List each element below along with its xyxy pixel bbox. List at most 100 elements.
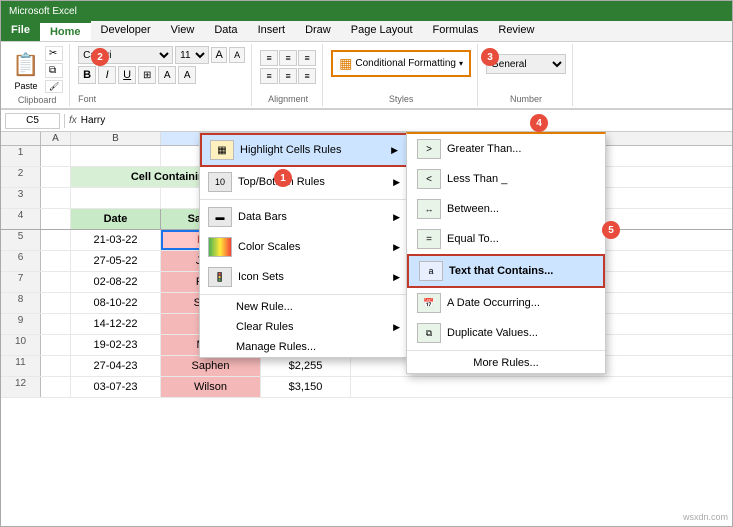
cell-a6[interactable] bbox=[41, 251, 71, 271]
cell-b5[interactable]: 21-03-22 bbox=[71, 230, 161, 250]
cell-b12[interactable]: 03-07-23 bbox=[71, 377, 161, 397]
hcr-item-textcontains[interactable]: a Text that Contains... bbox=[407, 254, 605, 288]
tab-developer[interactable]: Developer bbox=[91, 21, 161, 41]
decrease-font-button[interactable]: A bbox=[229, 47, 245, 63]
tab-formulas[interactable]: Formulas bbox=[423, 21, 489, 41]
tab-file[interactable]: File bbox=[1, 21, 40, 41]
cell-b1[interactable] bbox=[71, 146, 161, 166]
cf-menu-item-clearrules[interactable]: Clear Rules ▶ bbox=[200, 317, 408, 337]
cf-clearrules-arrow: ▶ bbox=[393, 322, 400, 333]
cell-b4-header[interactable]: Date bbox=[71, 209, 161, 229]
cell-a8[interactable] bbox=[41, 293, 71, 313]
tab-page-layout[interactable]: Page Layout bbox=[341, 21, 423, 41]
hcr-dateoccurring-label: A Date Occurring... bbox=[447, 297, 540, 309]
formula-divider bbox=[64, 114, 65, 128]
cf-menu-item-databars[interactable]: ▬ Data Bars ▶ bbox=[200, 202, 408, 232]
cell-a7[interactable] bbox=[41, 272, 71, 292]
step-badge-1: 1 bbox=[274, 169, 292, 187]
cf-topbottom-label: Top/Bottom Rules bbox=[238, 176, 387, 188]
align-top-button[interactable]: ≡ bbox=[260, 50, 278, 66]
cell-a11[interactable] bbox=[41, 356, 71, 376]
font-size-select[interactable]: 11 bbox=[175, 46, 209, 64]
tab-review[interactable]: Review bbox=[488, 21, 544, 41]
cell-d11[interactable]: $2,255 bbox=[261, 356, 351, 376]
cf-menu-item-iconsets[interactable]: 🚦 Icon Sets ▶ bbox=[200, 262, 408, 292]
increase-font-button[interactable]: A bbox=[211, 47, 227, 63]
cf-iconsets-label: Icon Sets bbox=[238, 271, 387, 283]
cf-divider2 bbox=[200, 294, 408, 295]
fill-color-button[interactable]: A bbox=[158, 66, 176, 84]
number-label: Number bbox=[510, 94, 542, 104]
row-num-1: 1 bbox=[1, 146, 41, 166]
hcr-item-duplicatevalues[interactable]: ⧉ Duplicate Values... bbox=[407, 318, 605, 348]
bold-button[interactable]: B bbox=[78, 66, 96, 84]
cell-reference-input[interactable] bbox=[5, 113, 60, 129]
copy-button[interactable]: ⧉ bbox=[45, 63, 63, 78]
cf-topbottom-icon: 10 bbox=[208, 172, 232, 192]
underline-button[interactable]: U bbox=[118, 66, 136, 84]
hcr-item-between[interactable]: ↔ Between... bbox=[407, 194, 605, 224]
font-color-button[interactable]: A bbox=[178, 66, 196, 84]
cf-highlight-arrow: ▶ bbox=[391, 145, 398, 156]
tab-home[interactable]: Home bbox=[40, 21, 91, 41]
hcr-item-dateoccurring[interactable]: 📅 A Date Occurring... bbox=[407, 288, 605, 318]
hcr-textcontains-icon: a bbox=[419, 261, 443, 281]
row-num-4: 4 bbox=[1, 209, 41, 229]
border-button[interactable]: ⊞ bbox=[138, 66, 156, 84]
row-num-11: 11 bbox=[1, 356, 41, 376]
tab-draw[interactable]: Draw bbox=[295, 21, 341, 41]
hcr-item-equalto[interactable]: = Equal To... bbox=[407, 224, 605, 254]
align-left-button[interactable]: ≡ bbox=[260, 68, 278, 84]
fx-label: fx bbox=[69, 115, 77, 126]
hcr-equalto-icon: = bbox=[417, 229, 441, 249]
cell-b3[interactable] bbox=[71, 188, 161, 208]
tab-view[interactable]: View bbox=[161, 21, 205, 41]
cf-menu-item-colorscales[interactable]: Color Scales ▶ bbox=[200, 232, 408, 262]
cell-a4[interactable] bbox=[41, 209, 71, 229]
formula-input[interactable] bbox=[81, 115, 728, 126]
cell-b6[interactable]: 27-05-22 bbox=[71, 251, 161, 271]
italic-button[interactable]: I bbox=[98, 66, 116, 84]
cf-iconsets-icon: 🚦 bbox=[208, 267, 232, 287]
tab-data[interactable]: Data bbox=[204, 21, 247, 41]
conditional-formatting-button[interactable]: ▦ Conditional Formatting ▾ bbox=[331, 50, 471, 77]
cf-colorscales-icon bbox=[208, 237, 232, 257]
cut-button[interactable]: ✂ bbox=[45, 46, 63, 61]
cell-d12[interactable]: $3,150 bbox=[261, 377, 351, 397]
cf-menu-item-highlight[interactable]: ▦ Highlight Cells Rules ▶ bbox=[200, 133, 408, 167]
paste-button[interactable]: 📋 Paste bbox=[11, 49, 41, 91]
align-middle-button[interactable]: ≡ bbox=[279, 50, 297, 66]
row-num-10: 10 bbox=[1, 335, 41, 355]
cell-a12[interactable] bbox=[41, 377, 71, 397]
cf-newrule-label: New Rule... bbox=[236, 301, 293, 313]
cell-c11[interactable]: Saphen bbox=[161, 356, 261, 376]
cell-a9[interactable] bbox=[41, 314, 71, 334]
align-center-button[interactable]: ≡ bbox=[279, 68, 297, 84]
hcr-item-lessthan[interactable]: < Less Than _ bbox=[407, 164, 605, 194]
ribbon-tabs: File Home Developer View Data Insert Dra… bbox=[1, 21, 732, 42]
cell-b8[interactable]: 08-10-22 bbox=[71, 293, 161, 313]
cell-b11[interactable]: 27-04-23 bbox=[71, 356, 161, 376]
cell-a3[interactable] bbox=[41, 188, 71, 208]
align-right-button[interactable]: ≡ bbox=[298, 68, 316, 84]
cell-a10[interactable] bbox=[41, 335, 71, 355]
hcr-item-morerules[interactable]: More Rules... bbox=[407, 353, 605, 373]
tab-insert[interactable]: Insert bbox=[248, 21, 296, 41]
cf-highlight-icon: ▦ bbox=[210, 140, 234, 160]
format-painter-button[interactable]: 🖌 bbox=[45, 80, 63, 93]
cf-label: Conditional Formatting bbox=[355, 58, 456, 69]
hcr-item-greaterthan[interactable]: > Greater Than... bbox=[407, 134, 605, 164]
cell-a2[interactable] bbox=[41, 167, 71, 187]
cell-b7[interactable]: 02-08-22 bbox=[71, 272, 161, 292]
clipboard-group: 📋 Paste ✂ ⧉ 🖌 Clipboard bbox=[5, 44, 70, 106]
cell-a1[interactable] bbox=[41, 146, 71, 166]
cell-b10[interactable]: 19-02-23 bbox=[71, 335, 161, 355]
cell-c12[interactable]: Wilson bbox=[161, 377, 261, 397]
cf-menu-item-managerules[interactable]: Manage Rules... bbox=[200, 337, 408, 357]
cell-a5[interactable] bbox=[41, 230, 71, 250]
cf-menu-item-topbottom[interactable]: 10 Top/Bottom Rules ▶ bbox=[200, 167, 408, 197]
align-bottom-button[interactable]: ≡ bbox=[298, 50, 316, 66]
title-bar: Microsoft Excel bbox=[1, 1, 732, 21]
cell-b9[interactable]: 14-12-22 bbox=[71, 314, 161, 334]
cf-menu-item-newrule[interactable]: New Rule... bbox=[200, 297, 408, 317]
